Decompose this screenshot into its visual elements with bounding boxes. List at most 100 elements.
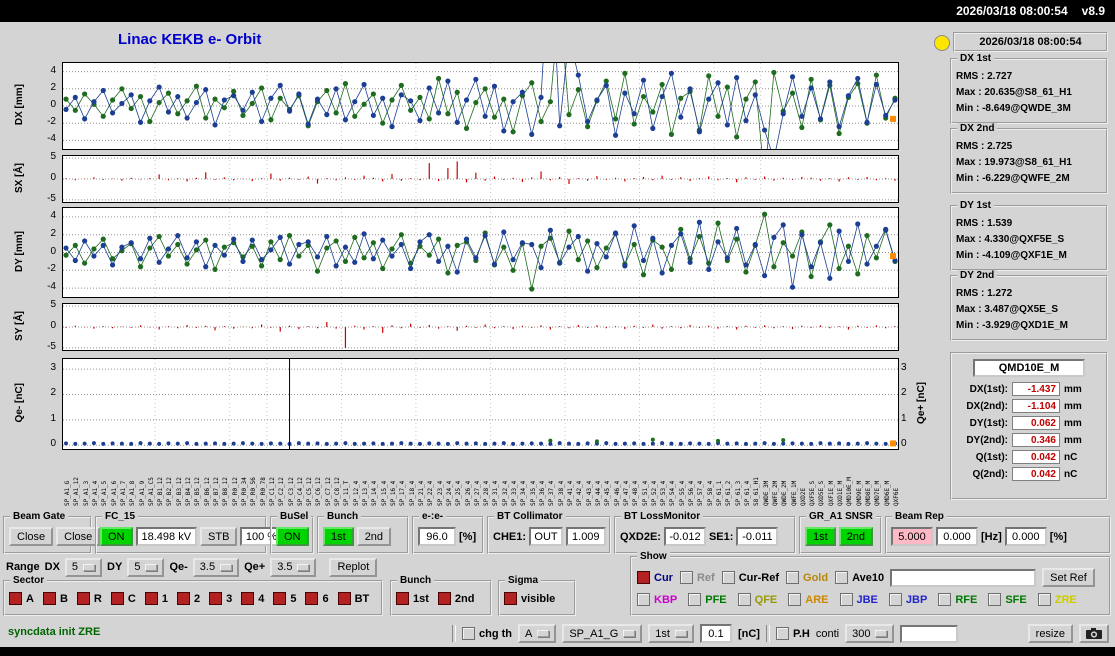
checkbox-pfe[interactable]: PFE [688,593,727,606]
beam-gate-close-button-1[interactable]: Close [9,527,54,546]
bunch-1st-button[interactable]: 1st [323,527,354,546]
checkbox-ref[interactable]: Ref [679,571,715,584]
checkbox-indicator[interactable] [144,592,158,605]
checkbox-r[interactable]: R [76,592,102,605]
checkbox-3[interactable]: 3 [209,592,232,605]
checkbox-indicator[interactable] [679,571,693,584]
bpm-select[interactable]: SP_A1_G [562,624,643,643]
replot-button[interactable]: Replot [329,557,378,577]
bpm-label: QXD1E_M [837,480,845,506]
checkbox-cur[interactable]: Cur [637,571,673,584]
checkbox-indicator[interactable] [775,627,789,640]
checkbox-indicator[interactable] [786,571,800,584]
resize-button[interactable]: resize [1027,624,1073,643]
snsr-2nd-button[interactable]: 2nd [838,527,874,546]
beam-gate-close-button-2[interactable]: Close [56,527,101,546]
checkbox-cur-ref[interactable]: Cur-Ref [721,571,779,584]
checkbox-b[interactable]: B [42,592,68,605]
checkbox-indicator[interactable] [839,593,853,606]
window-titlebar: 2026/03/18 08:00:54 v8.9 [0,0,1115,22]
checkbox-indicator[interactable] [176,592,190,605]
stats-panel-dx-1st: DX 1st RMS : 2.727 Max : 20.635@S8_61_H1… [950,53,1108,124]
checkbox-jbe[interactable]: JBE [839,593,878,606]
optionmenu-indicator-icon [674,630,687,637]
checkbox-indicator[interactable] [788,593,802,606]
interval-entry[interactable] [900,624,959,643]
stats-panel-title: DX 2nd [957,123,998,135]
checkbox-1[interactable]: 1 [144,592,168,605]
range-dx-select[interactable]: 5 [64,557,103,577]
fc15-stb-button[interactable]: STB [200,527,238,546]
checkbox-ph[interactable]: P.H [775,627,810,640]
fc15-on-button[interactable]: ON [100,527,133,546]
checkbox-indicator[interactable] [396,592,409,605]
checkbox-indicator[interactable] [504,592,517,605]
checkbox-2[interactable]: 2 [176,592,200,605]
checkbox-bt[interactable]: BT [337,592,369,605]
checkbox-indicator[interactable] [305,592,319,605]
optionmenu-indicator-icon [537,630,550,637]
range-qep-value: 3.5 [277,561,293,573]
checkbox-4[interactable]: 4 [241,592,264,605]
sector-select[interactable]: A [518,624,557,643]
bpm-label: QXD2E [799,487,807,506]
checkbox-sfe[interactable]: SFE [988,593,1027,606]
checkbox-gold[interactable]: Gold [786,571,828,584]
checkbox-visible[interactable]: visible [504,592,555,605]
checkbox-indicator[interactable] [437,592,451,605]
checkbox-jbp[interactable]: JBP [888,593,927,606]
checkbox-a[interactable]: A [9,592,34,605]
checkbox-6[interactable]: 6 [305,592,329,605]
checkbox-indicator[interactable] [76,592,90,605]
checkbox-indicator[interactable] [9,592,22,605]
checkbox-label: Ave10 [852,571,885,584]
checkbox-indicator[interactable] [888,593,902,606]
tick-label: 0 [50,172,56,183]
bpm-label: QWFE_1M [790,480,798,506]
checkbox-indicator[interactable] [988,593,1002,606]
checkbox-indicator[interactable] [637,593,650,606]
bpm-label: QMD6E_M [883,480,891,506]
snsr-1st-button[interactable]: 1st [805,527,836,546]
interval-select[interactable]: 300 [845,624,895,643]
checkbox-indicator[interactable] [737,593,751,606]
monitor-select[interactable]: QMD10E_M [973,359,1085,377]
range-qep-select[interactable]: 3.5 [270,557,317,577]
checkbox-indicator[interactable] [110,592,124,605]
checkbox-chg-th[interactable]: chg th [462,627,512,640]
checkbox-label: 4 [258,592,265,605]
checkbox-indicator[interactable] [835,571,849,584]
checkbox-are[interactable]: ARE [788,593,829,606]
checkbox-1st[interactable]: 1st [396,592,429,605]
checkbox-indicator[interactable] [241,592,255,605]
checkbox-indicator[interactable] [273,592,287,605]
screenshot-button[interactable] [1079,624,1109,643]
set-ref-button[interactable]: Set Ref [1042,568,1095,587]
bunch-select[interactable]: 1st [648,624,694,643]
group-busel: BuSel ON [270,511,314,554]
optionmenu-indicator-icon [623,630,636,637]
checkbox-indicator[interactable] [462,627,475,640]
range-dy-select[interactable]: 5 [127,557,165,577]
checkbox-indicator[interactable] [42,592,56,605]
checkbox-kbp[interactable]: KBP [637,593,677,606]
checkbox-ave10[interactable]: Ave10 [835,571,884,584]
bunch-2nd-button[interactable]: 2nd [356,527,392,546]
checkbox-c[interactable]: C [110,592,136,605]
busel-on-button[interactable]: ON [276,527,309,546]
checkbox-indicator[interactable] [209,592,223,605]
range-qem-select[interactable]: 3.5 [192,557,240,577]
monitor-unit: mm [1064,383,1082,395]
checkbox-5[interactable]: 5 [273,592,296,605]
checkbox-rfe[interactable]: RFE [938,593,977,606]
checkbox-indicator[interactable] [721,571,735,584]
checkbox-zre[interactable]: ZRE [1037,593,1077,606]
checkbox-indicator[interactable] [337,592,351,605]
checkbox-qfe[interactable]: QFE [737,593,777,606]
checkbox-indicator[interactable] [688,593,702,606]
checkbox-2nd[interactable]: 2nd [437,592,474,605]
checkbox-indicator[interactable] [637,571,650,584]
ref-entry[interactable] [890,568,1037,587]
checkbox-indicator[interactable] [1037,593,1051,606]
checkbox-indicator[interactable] [938,593,952,606]
